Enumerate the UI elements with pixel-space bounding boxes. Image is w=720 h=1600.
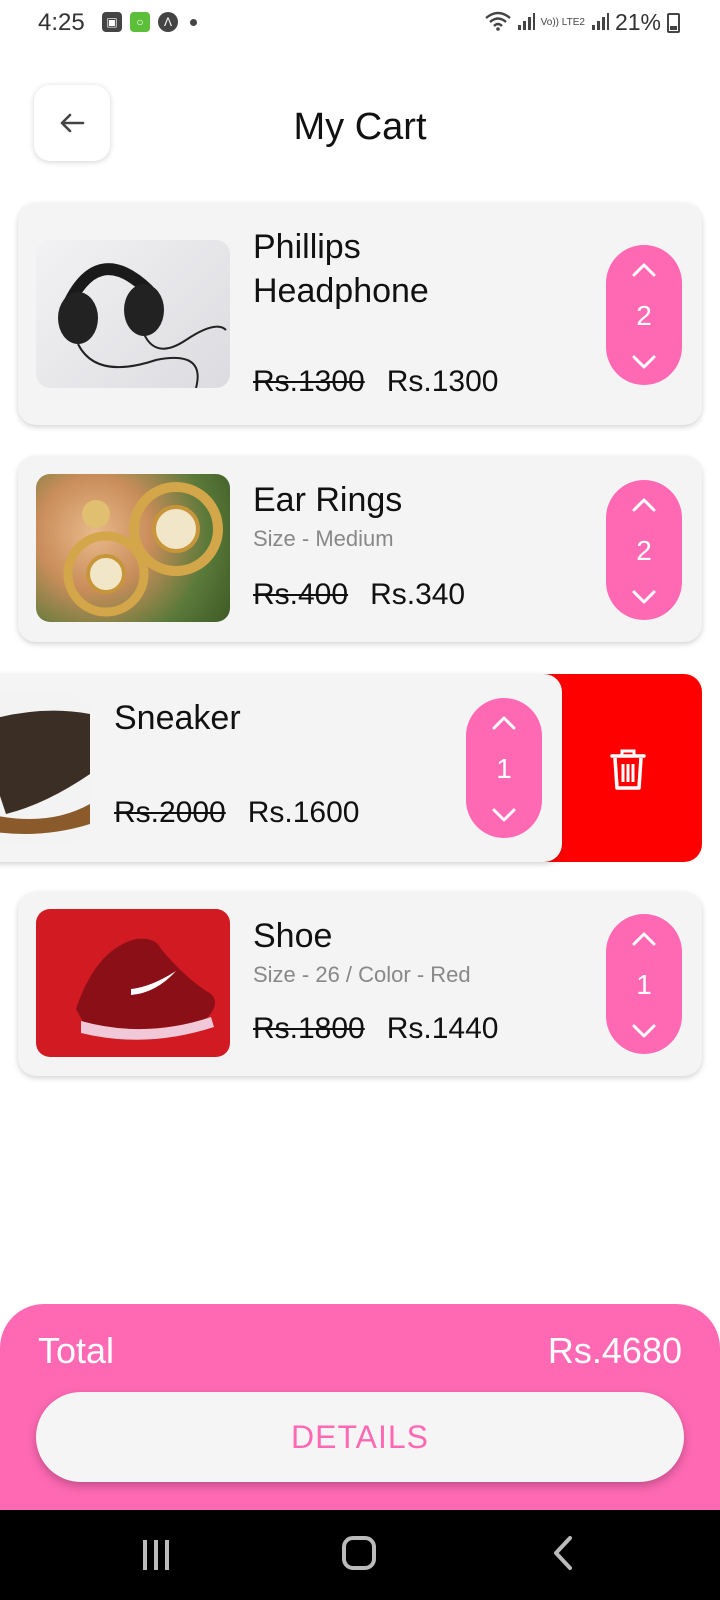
chevron-up-icon[interactable] (629, 259, 659, 281)
old-price: Rs.2000 (114, 796, 226, 829)
app-notification-icon: ○ (130, 12, 150, 32)
quantity-stepper[interactable]: 1 (606, 914, 682, 1054)
signal-icon (517, 9, 535, 36)
back-nav-icon[interactable] (548, 1534, 578, 1572)
quantity-value: 1 (636, 969, 652, 1000)
total-label: Total (38, 1330, 115, 1371)
old-price: Rs.400 (253, 578, 349, 611)
quantity-stepper[interactable]: 1 (466, 698, 542, 838)
chevron-up-icon[interactable] (629, 928, 659, 950)
trash-icon[interactable] (608, 748, 648, 790)
battery-icon (667, 12, 680, 33)
old-price: Rs.1800 (253, 1012, 365, 1045)
chevron-down-icon[interactable] (629, 586, 659, 608)
cart-item-shoe[interactable]: Shoe Size - 26 / Color - Red Rs.1800 Rs.… (18, 892, 702, 1076)
quantity-stepper[interactable]: 2 (606, 245, 682, 385)
product-name: Shoe (253, 917, 333, 955)
product-image-headphone (36, 240, 230, 388)
chevron-up-icon[interactable] (489, 712, 519, 734)
battery-percent: 21% (614, 9, 661, 35)
product-name: Ear Rings (253, 481, 403, 519)
total-value: Rs.4680 (547, 1330, 682, 1371)
status-right: Vo)) LTE2 21% (484, 9, 680, 36)
price-row: Rs.400 Rs.340 (253, 578, 465, 612)
page-title: My Cart (293, 106, 427, 148)
chevron-down-icon[interactable] (489, 804, 519, 826)
price-row: Rs.1800 Rs.1440 (253, 1012, 499, 1046)
current-price: Rs.1300 (386, 365, 499, 398)
cart-footer: Total Rs.4680 DETAILS (0, 1304, 720, 1510)
product-name: Phillips Headphone (253, 228, 429, 310)
current-price: Rs.1600 (247, 796, 360, 829)
lte-label: Vo)) LTE2 (540, 16, 585, 28)
notification-icons: ▣ ○ Λ (102, 12, 197, 32)
price-row: Rs.2000 Rs.1600 (114, 796, 360, 830)
gallery-notification-icon: ▣ (102, 12, 122, 32)
status-time: 4:25 (38, 9, 85, 36)
home-icon[interactable] (342, 1536, 376, 1570)
product-image-sneaker (0, 694, 90, 842)
quantity-value: 2 (636, 535, 652, 566)
product-image-earrings (36, 474, 230, 622)
old-price: Rs.1300 (253, 365, 365, 398)
cart-item-earrings[interactable]: Ear Rings Size - Medium Rs.400 Rs.340 2 (18, 456, 702, 642)
cart-item-headphone[interactable]: Phillips Headphone Rs.1300 Rs.1300 2 (18, 203, 702, 425)
status-bar: 4:25 ▣ ○ Λ Vo)) LTE2 21% (0, 0, 720, 48)
wifi-icon (484, 11, 511, 34)
a-notification-icon: Λ (158, 12, 178, 32)
chevron-down-icon[interactable] (629, 1020, 659, 1042)
chevron-down-icon[interactable] (629, 351, 659, 373)
system-nav-bar (0, 1510, 720, 1600)
product-name: Sneaker (114, 699, 241, 737)
more-notifications-icon (190, 18, 197, 26)
recent-apps-icon[interactable] (143, 1540, 173, 1570)
product-variant: Size - Medium (253, 526, 394, 551)
chevron-up-icon[interactable] (629, 494, 659, 516)
quantity-stepper[interactable]: 2 (606, 480, 682, 620)
price-row: Rs.1300 Rs.1300 (253, 365, 499, 399)
quantity-value: 1 (496, 753, 512, 784)
quantity-value: 2 (636, 300, 652, 331)
product-variant: Size - 26 / Color - Red (253, 962, 471, 987)
current-price: Rs.1440 (386, 1012, 499, 1045)
signal-icon-2 (591, 9, 609, 36)
current-price: Rs.340 (370, 578, 466, 611)
cart-item-sneaker[interactable]: Sneaker Rs.2000 Rs.1600 1 (0, 674, 562, 862)
details-button[interactable]: DETAILS (36, 1392, 684, 1482)
product-image-shoe (36, 909, 230, 1057)
